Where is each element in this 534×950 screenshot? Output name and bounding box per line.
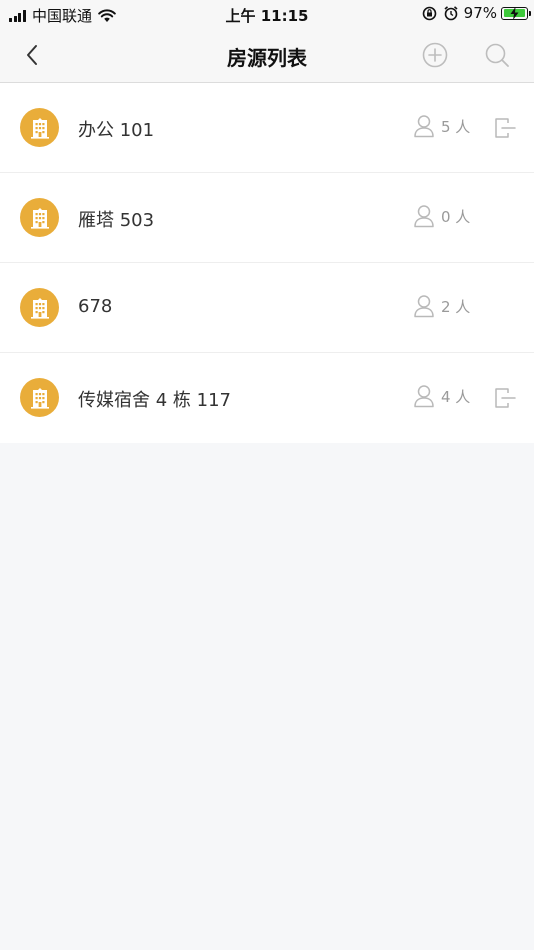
room-avatar	[20, 378, 59, 417]
room-row[interactable]: 雁塔 503 0 人	[0, 173, 534, 263]
user-icon	[414, 385, 434, 408]
plus-circle-icon	[422, 42, 448, 68]
battery-percent: 97%	[463, 4, 497, 22]
user-icon	[414, 115, 434, 138]
room-avatar	[20, 108, 59, 147]
occupant-count: 0 人	[441, 207, 471, 226]
room-occupants: 5 人	[413, 114, 470, 138]
user-icon	[414, 205, 434, 228]
room-name: 雁塔 503	[78, 210, 155, 231]
status-right: 97%	[422, 4, 531, 22]
occupant-count: 2 人	[441, 297, 471, 316]
status-bar: 中国联通 上午 11:15 97%	[0, 0, 534, 28]
page-title: 房源列表	[227, 46, 307, 70]
room-occupants: 0 人	[413, 204, 470, 228]
room-avatar	[20, 288, 59, 327]
search-button[interactable]	[484, 42, 510, 68]
door-button[interactable]	[492, 116, 516, 140]
room-name: 传媒宿舍 4 栋 117	[78, 390, 231, 411]
search-icon	[485, 43, 509, 67]
room-occupants: 2 人	[413, 294, 470, 318]
room-occupants: 4 人	[413, 384, 470, 408]
door-button[interactable]	[492, 386, 516, 410]
user-icon	[414, 295, 434, 318]
door-exit-icon	[495, 118, 516, 138]
room-avatar	[20, 198, 59, 237]
room-row[interactable]: 传媒宿舍 4 栋 117 4 人	[0, 353, 534, 443]
room-list: 办公 101 5 人 雁塔 503 0 人 678 2 人 传媒宿舍 4 栋 1…	[0, 83, 534, 443]
orientation-lock-icon	[422, 6, 436, 20]
add-room-button[interactable]	[422, 42, 448, 68]
battery-icon	[501, 6, 531, 20]
room-row[interactable]: 678 2 人	[0, 263, 534, 353]
occupant-count: 4 人	[441, 387, 471, 406]
building-icon	[30, 297, 49, 319]
door-exit-icon	[495, 388, 516, 408]
room-row[interactable]: 办公 101 5 人	[0, 83, 534, 173]
room-name: 办公 101	[78, 120, 155, 141]
building-icon	[30, 117, 49, 139]
room-name: 678	[78, 296, 113, 317]
nav-bar: 房源列表	[0, 28, 534, 83]
alarm-icon	[444, 6, 458, 21]
building-icon	[30, 387, 49, 409]
building-icon	[30, 207, 49, 229]
occupant-count: 5 人	[441, 117, 471, 136]
